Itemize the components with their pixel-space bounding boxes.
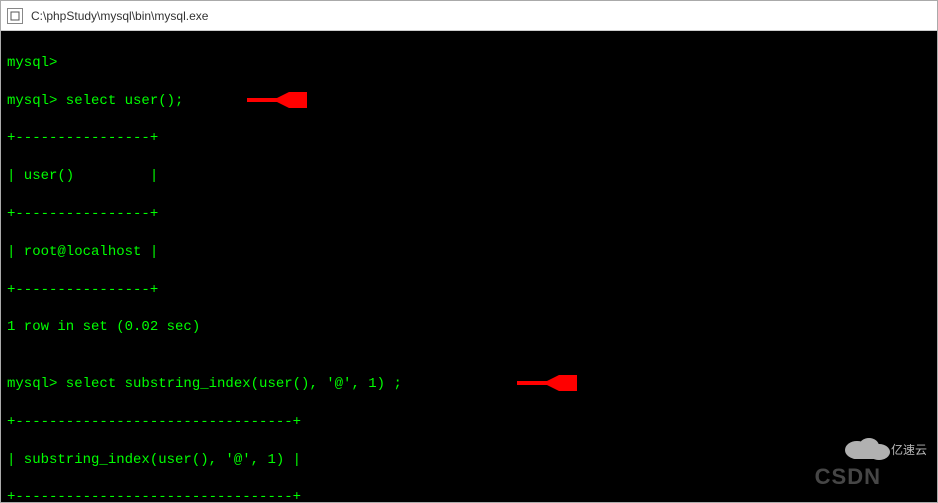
annotation-arrow-icon xyxy=(507,375,577,391)
terminal-line: | user() | xyxy=(7,167,931,186)
app-icon xyxy=(7,8,23,24)
command-text: mysql> select substring_index(user(), '@… xyxy=(7,376,402,392)
title-bar[interactable]: C:\phpStudy\mysql\bin\mysql.exe xyxy=(1,1,937,31)
terminal-content[interactable]: mysql> mysql> select user(); +----------… xyxy=(1,31,937,502)
window-title: C:\phpStudy\mysql\bin\mysql.exe xyxy=(31,9,208,23)
watermark-logo-icon: 亿速云 xyxy=(789,413,929,492)
annotation-arrow-icon xyxy=(237,92,307,108)
terminal-line: +----------------+ xyxy=(7,281,931,300)
terminal-line: +----------------+ xyxy=(7,129,931,148)
terminal-line: mysql> select user(); xyxy=(7,92,931,111)
svg-text:亿速云: 亿速云 xyxy=(891,442,927,457)
terminal-line: mysql> xyxy=(7,54,931,73)
terminal-line: +----------------+ xyxy=(7,205,931,224)
command-text: mysql> select user(); xyxy=(7,93,183,109)
terminal-line: 1 row in set (0.02 sec) xyxy=(7,318,931,337)
terminal-line: | root@localhost | xyxy=(7,243,931,262)
terminal-window: C:\phpStudy\mysql\bin\mysql.exe mysql> m… xyxy=(0,0,938,503)
terminal-line: mysql> select substring_index(user(), '@… xyxy=(7,375,931,394)
